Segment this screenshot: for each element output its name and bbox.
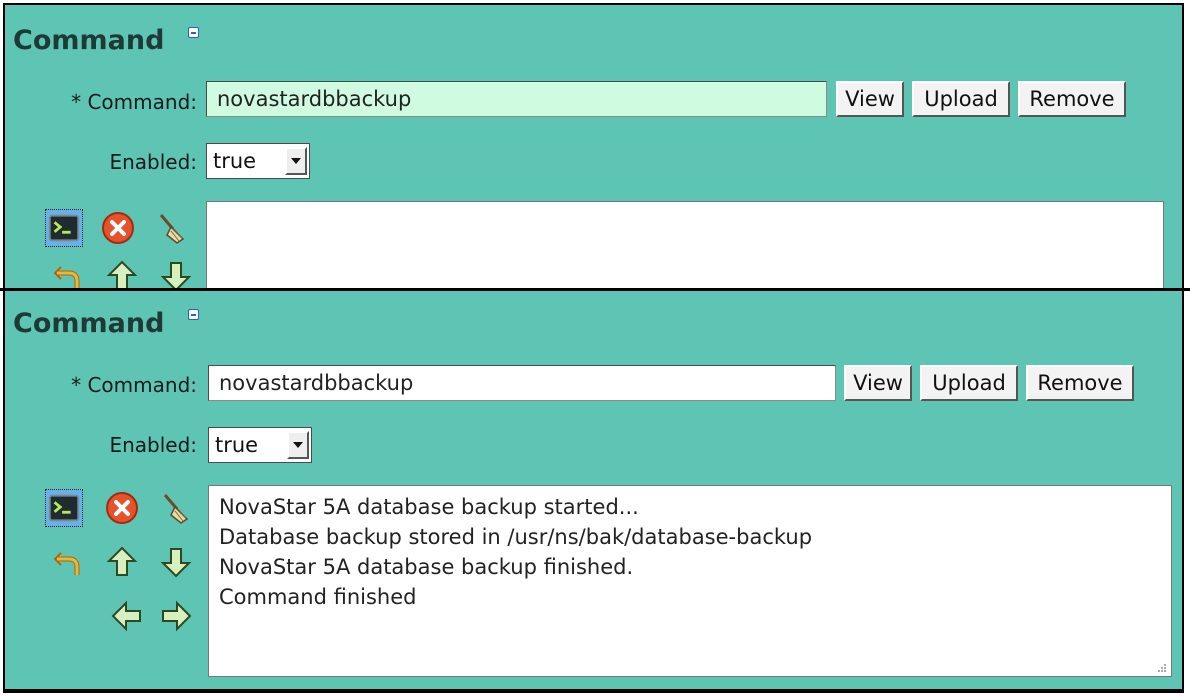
- section-title: Command: [13, 308, 165, 339]
- run-terminal-icon[interactable]: [45, 209, 83, 247]
- stop-icon[interactable]: [103, 489, 141, 527]
- output-area[interactable]: NovaStar 5A database backup started... D…: [208, 485, 1172, 677]
- command-input[interactable]: [206, 81, 827, 117]
- clear-broom-icon[interactable]: [157, 489, 195, 527]
- command-panel-top: Command * Command: View Upload Remove En…: [3, 3, 1184, 289]
- chevron-down-icon[interactable]: [287, 431, 309, 459]
- command-label: * Command:: [71, 90, 197, 114]
- remove-button[interactable]: Remove: [1018, 81, 1126, 117]
- move-right-icon[interactable]: [157, 597, 195, 635]
- move-up-icon[interactable]: [103, 257, 141, 289]
- undo-icon[interactable]: [49, 257, 87, 289]
- chevron-down-icon[interactable]: [285, 147, 307, 175]
- view-button[interactable]: View: [836, 81, 904, 117]
- collapse-icon[interactable]: [188, 309, 199, 320]
- enabled-select[interactable]: true: [208, 427, 312, 463]
- output-line: Database backup stored in /usr/ns/bak/da…: [219, 525, 813, 549]
- collapse-icon[interactable]: [188, 27, 199, 38]
- upload-button[interactable]: Upload: [920, 365, 1018, 401]
- view-button[interactable]: View: [844, 365, 912, 401]
- enabled-select-value: true: [215, 433, 259, 457]
- clear-broom-icon[interactable]: [153, 209, 191, 247]
- stop-icon[interactable]: [99, 209, 137, 247]
- output-line: Command finished: [219, 585, 417, 609]
- upload-button[interactable]: Upload: [912, 81, 1010, 117]
- command-input[interactable]: [208, 365, 836, 401]
- command-panel-bottom: Command * Command: View Upload Remove En…: [3, 291, 1184, 693]
- move-left-icon[interactable]: [108, 597, 146, 635]
- undo-icon[interactable]: [49, 543, 87, 581]
- move-up-icon[interactable]: [103, 543, 141, 581]
- run-terminal-icon[interactable]: [45, 489, 83, 527]
- enabled-label: Enabled:: [109, 150, 197, 174]
- move-down-icon[interactable]: [157, 257, 195, 289]
- resize-grip-icon[interactable]: [1153, 658, 1167, 672]
- output-line: NovaStar 5A database backup finished.: [219, 555, 634, 579]
- section-title: Command: [13, 25, 165, 56]
- output-area[interactable]: [206, 201, 1164, 289]
- enabled-select-value: true: [213, 149, 257, 173]
- move-down-icon[interactable]: [157, 543, 195, 581]
- remove-button[interactable]: Remove: [1026, 365, 1134, 401]
- output-line: NovaStar 5A database backup started...: [219, 495, 639, 519]
- enabled-label: Enabled:: [109, 433, 197, 457]
- enabled-select[interactable]: true: [206, 143, 310, 179]
- command-label: * Command:: [71, 373, 197, 397]
